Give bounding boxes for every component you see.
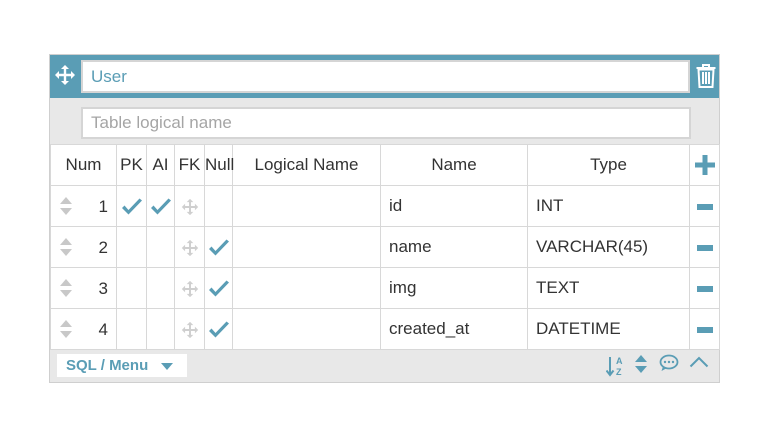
num-cell: 4 xyxy=(50,308,117,350)
row-number: 3 xyxy=(98,279,108,298)
sql-menu-label: SQL / Menu xyxy=(66,357,149,374)
minus-icon[interactable] xyxy=(696,203,713,210)
trash-icon[interactable] xyxy=(695,63,717,89)
row-number: 1 xyxy=(98,197,108,216)
fk-cell[interactable] xyxy=(174,185,205,227)
remove-column-button[interactable] xyxy=(689,185,720,227)
up-down-icon[interactable] xyxy=(634,355,648,373)
sort-az-icon[interactable]: A Z xyxy=(606,355,628,377)
sort-handle-icon[interactable] xyxy=(60,197,72,215)
null-cell[interactable] xyxy=(204,267,233,309)
pk-cell[interactable] xyxy=(116,185,147,227)
title-bar xyxy=(50,55,719,98)
table-row: 3 img TEXT xyxy=(50,267,720,309)
table-name-input[interactable] xyxy=(81,60,690,93)
header-name: Name xyxy=(380,144,528,186)
plus-icon[interactable] xyxy=(694,155,715,176)
logical-name-cell[interactable] xyxy=(232,185,381,227)
svg-text:Z: Z xyxy=(616,367,622,377)
header-type: Type xyxy=(527,144,690,186)
sort-handle-icon[interactable] xyxy=(60,238,72,256)
header-logical-name: Logical Name xyxy=(232,144,381,186)
fk-move-icon[interactable] xyxy=(181,198,199,216)
add-column-button[interactable] xyxy=(689,144,720,186)
fk-move-icon[interactable] xyxy=(181,321,199,339)
type-cell[interactable]: TEXT xyxy=(527,267,690,309)
null-check-icon[interactable] xyxy=(208,239,230,257)
columns-table: Num PK AI FK Null Logical Name Name Type… xyxy=(50,144,720,350)
move-icon[interactable] xyxy=(54,64,76,86)
null-cell[interactable] xyxy=(204,226,233,268)
name-cell[interactable]: img xyxy=(380,267,528,309)
ai-check-icon[interactable] xyxy=(150,198,172,216)
table-row: 1 id INT xyxy=(50,185,720,227)
null-check-icon[interactable] xyxy=(208,280,230,298)
header-num: Num xyxy=(50,144,117,186)
pk-cell[interactable] xyxy=(116,267,147,309)
remove-column-button[interactable] xyxy=(689,267,720,309)
header-null: Null xyxy=(204,144,234,186)
minus-icon[interactable] xyxy=(696,244,713,251)
remove-column-button[interactable] xyxy=(689,226,720,268)
minus-icon[interactable] xyxy=(696,326,713,333)
ai-cell[interactable] xyxy=(146,308,175,350)
row-number: 2 xyxy=(98,238,108,257)
comment-icon[interactable] xyxy=(659,354,679,372)
fk-cell[interactable] xyxy=(174,267,205,309)
ai-cell[interactable] xyxy=(146,267,175,309)
minus-icon[interactable] xyxy=(696,285,713,292)
sort-handle-icon[interactable] xyxy=(60,279,72,297)
table-logical-name-input[interactable] xyxy=(81,107,691,139)
remove-column-button[interactable] xyxy=(689,308,720,350)
name-cell[interactable]: created_at xyxy=(380,308,528,350)
name-cell[interactable]: id xyxy=(380,185,528,227)
table-row: 4 created_at DATETIME xyxy=(50,308,720,350)
ai-cell[interactable] xyxy=(146,226,175,268)
null-check-icon[interactable] xyxy=(208,321,230,339)
sql-menu-button[interactable]: SQL / Menu xyxy=(57,354,187,377)
type-cell[interactable]: INT xyxy=(527,185,690,227)
table-row: 2 name VARCHAR(45) xyxy=(50,226,720,268)
type-cell[interactable]: VARCHAR(45) xyxy=(527,226,690,268)
logical-name-cell[interactable] xyxy=(232,226,381,268)
chevron-up-icon[interactable] xyxy=(689,356,709,368)
fk-cell[interactable] xyxy=(174,308,205,350)
caret-down-icon xyxy=(161,363,173,370)
bottom-bar: SQL / Menu A Z xyxy=(50,350,719,382)
fk-move-icon[interactable] xyxy=(181,280,199,298)
null-cell[interactable] xyxy=(204,308,233,350)
fk-move-icon[interactable] xyxy=(181,239,199,257)
ai-cell[interactable] xyxy=(146,185,175,227)
header-pk: PK xyxy=(116,144,147,186)
num-cell: 3 xyxy=(50,267,117,309)
table-widget: Num PK AI FK Null Logical Name Name Type… xyxy=(49,54,720,383)
fk-cell[interactable] xyxy=(174,226,205,268)
logical-name-cell[interactable] xyxy=(232,308,381,350)
pk-check-icon[interactable] xyxy=(121,198,143,216)
pk-cell[interactable] xyxy=(116,226,147,268)
type-cell[interactable]: DATETIME xyxy=(527,308,690,350)
header-fk: FK xyxy=(174,144,205,186)
null-cell[interactable] xyxy=(204,185,233,227)
header-ai: AI xyxy=(146,144,175,186)
logical-name-cell[interactable] xyxy=(232,267,381,309)
num-cell: 2 xyxy=(50,226,117,268)
pk-cell[interactable] xyxy=(116,308,147,350)
num-cell: 1 xyxy=(50,185,117,227)
svg-text:A: A xyxy=(616,356,623,366)
table-header-row: Num PK AI FK Null Logical Name Name Type xyxy=(50,144,720,186)
row-number: 4 xyxy=(98,320,108,339)
name-cell[interactable]: name xyxy=(380,226,528,268)
sort-handle-icon[interactable] xyxy=(60,320,72,338)
